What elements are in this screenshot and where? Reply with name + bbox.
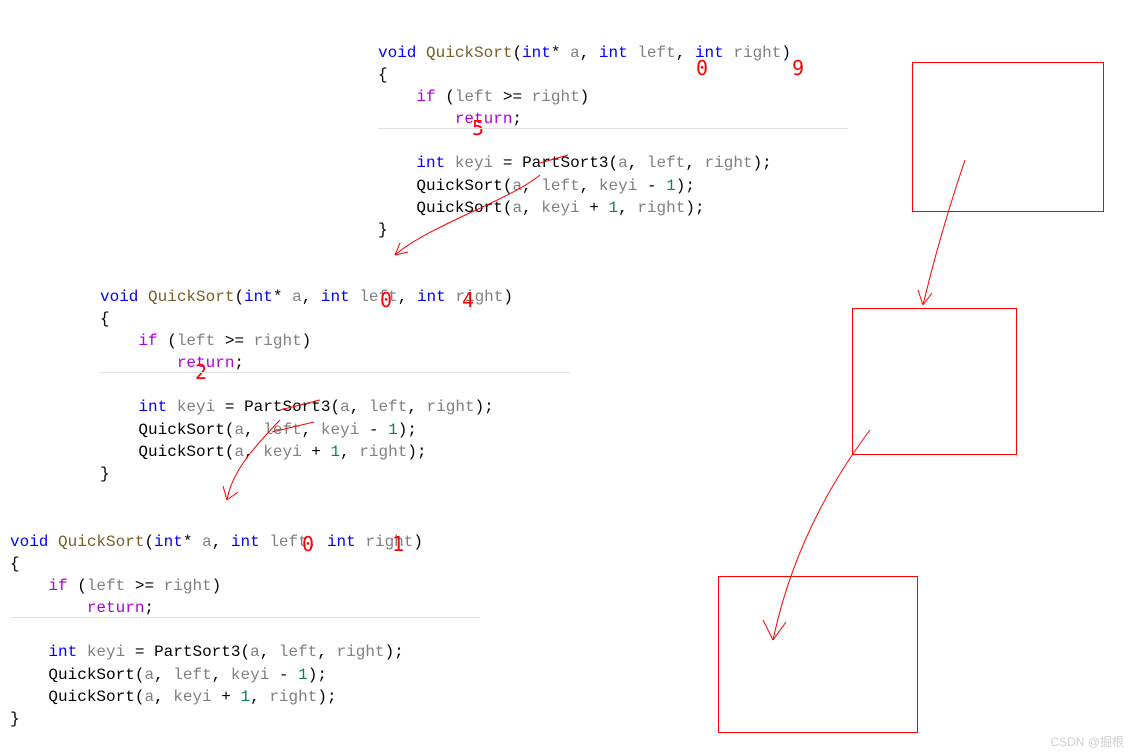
- stack-frame-box-3: [718, 576, 918, 733]
- fn-quicksort: QuickSort: [426, 44, 512, 62]
- annot-call3-left: 0: [302, 532, 314, 556]
- watermark: CSDN @掘根: [1050, 733, 1124, 750]
- kw-int: int: [522, 44, 551, 62]
- annot-call1-right: 9: [792, 56, 804, 80]
- open-brace: {: [378, 66, 388, 84]
- kw-if: if: [416, 88, 435, 106]
- divider: [100, 372, 570, 373]
- annot-call2-left: 0: [380, 288, 392, 312]
- fn-quicksort-call2: QuickSort: [416, 199, 502, 217]
- code-block-2: void QuickSort(int* a, int left, int rig…: [100, 264, 513, 485]
- fn-quicksort-call1: QuickSort: [416, 177, 502, 195]
- divider: [378, 128, 848, 129]
- code-block-1: void QuickSort(int* a, int left, int rig…: [378, 20, 791, 241]
- kw-void: void: [378, 44, 416, 62]
- stack-frame-box-1: [912, 62, 1104, 212]
- fn-partsort3: PartSort3: [522, 154, 608, 172]
- stack-frame-box-2: [852, 308, 1017, 455]
- annot-call2-right: 4: [462, 288, 474, 312]
- annot-call1-left: 0: [696, 56, 708, 80]
- close-brace: }: [378, 221, 388, 239]
- annot-call3-right: 1: [392, 532, 404, 556]
- code-block-3: void QuickSort(int* a, int left, int rig…: [10, 509, 423, 730]
- divider: [10, 617, 480, 618]
